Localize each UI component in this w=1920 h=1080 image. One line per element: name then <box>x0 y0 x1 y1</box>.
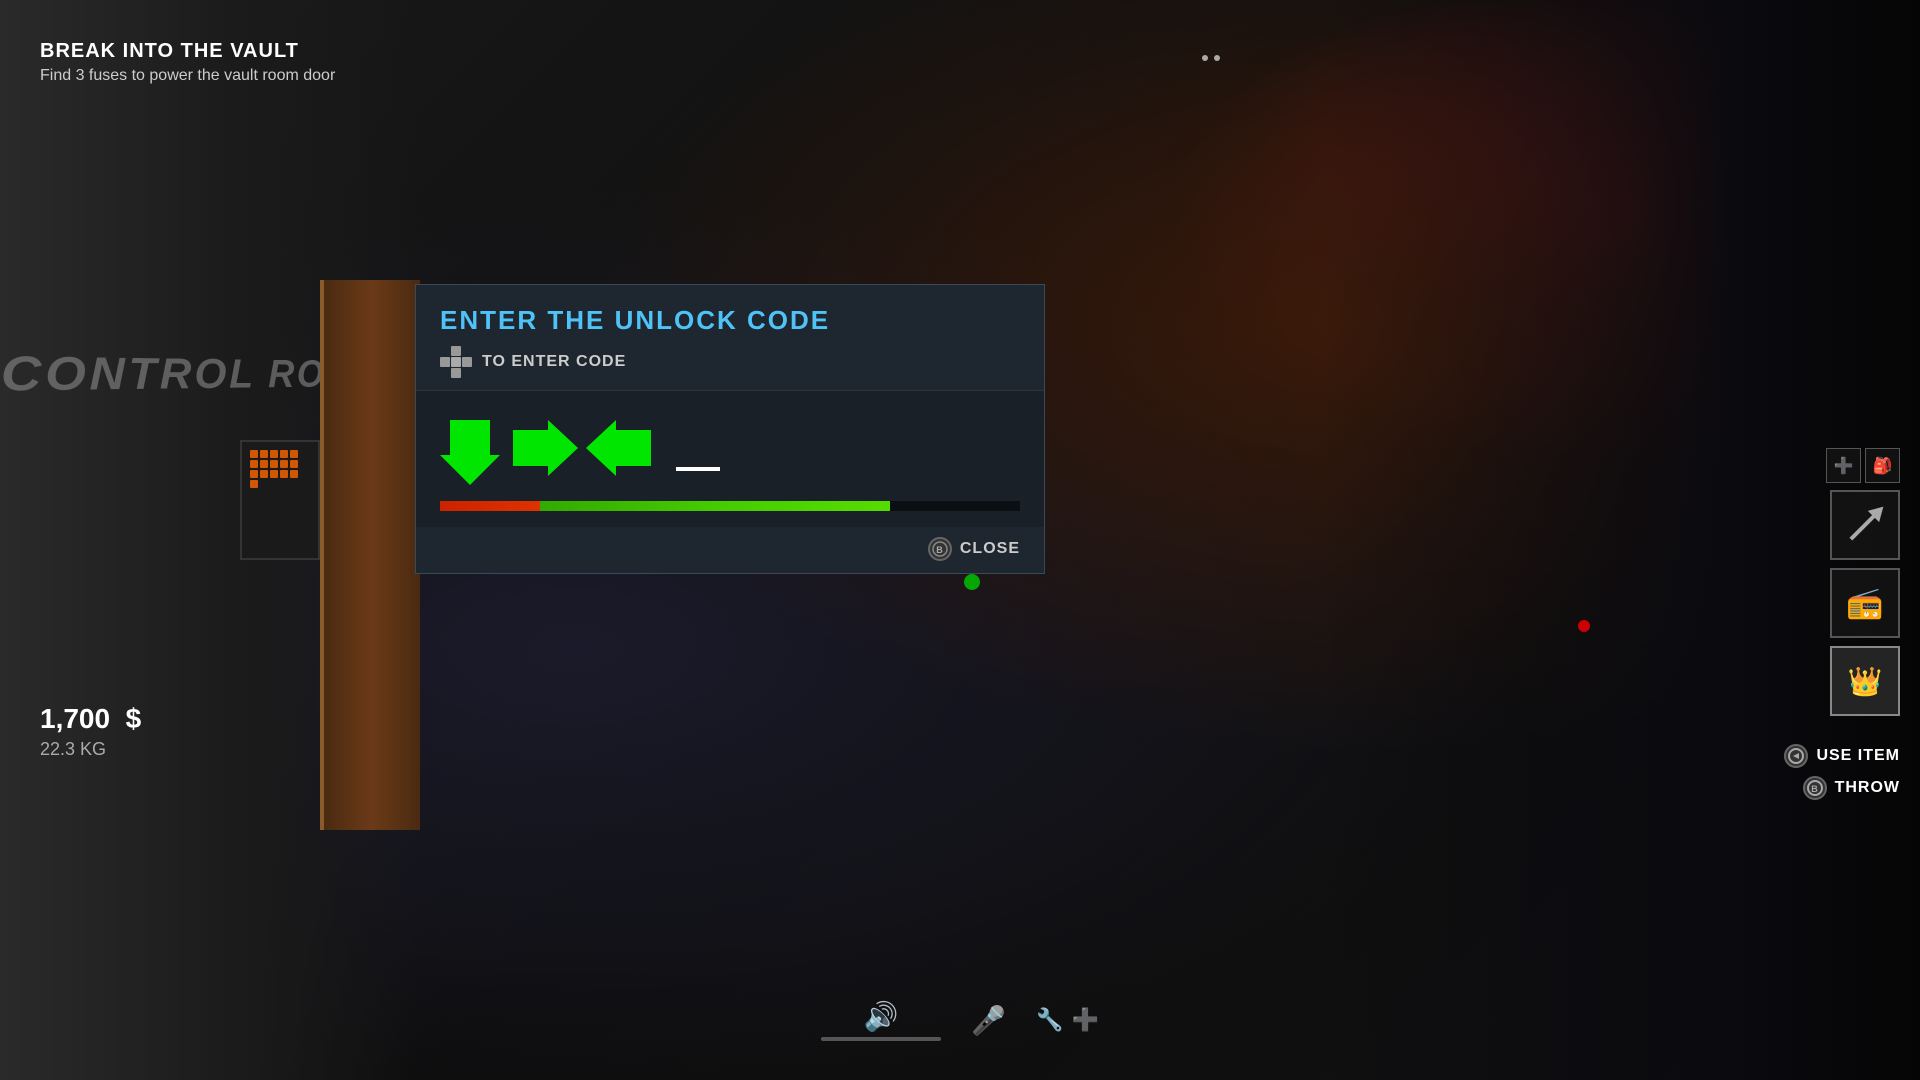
panel-light <box>250 470 258 478</box>
item-slot-knife <box>1830 490 1900 560</box>
svg-text:B: B <box>936 545 944 555</box>
close-button[interactable]: B CLOSE <box>928 537 1020 561</box>
panel-light <box>250 480 258 488</box>
progress-bar-green <box>540 501 890 511</box>
player-indicator <box>964 574 980 590</box>
progress-bar-red <box>440 501 540 511</box>
modal-instruction: TO ENTER CODE <box>440 346 1020 378</box>
action-labels: USE ITEM B THROW <box>1784 744 1900 800</box>
tool-icons: 🔧 ➕ <box>1036 1007 1099 1033</box>
progress-bar-container <box>440 501 1020 511</box>
panel-light <box>280 450 288 458</box>
item-slot-crown: 👑 <box>1830 646 1900 716</box>
indicator-dots <box>1202 55 1220 61</box>
panel-light <box>250 450 258 458</box>
panel-light <box>270 470 278 478</box>
item-slot-radio: 📻 <box>1830 568 1900 638</box>
svg-text:B: B <box>1811 784 1819 794</box>
knife-icon <box>1849 509 1880 540</box>
arrow-right-container <box>508 420 578 481</box>
objective-title: BREAK INTO THE VAULT <box>40 40 335 63</box>
modal-header: ENTER THE UNLOCK CODE TO ENTER CODE <box>416 285 1044 391</box>
panel-light <box>290 470 298 478</box>
hud-stats: 1,700 $ 22.3 KG <box>40 703 141 760</box>
crown-icon: 👑 <box>1848 665 1883 698</box>
currency-symbol: $ <box>126 703 142 734</box>
arrow-sequence <box>440 407 1020 493</box>
objective-description: Find 3 fuses to power the vault room doo… <box>40 67 335 85</box>
money-value: 1,700 <box>40 703 110 734</box>
panel-light <box>260 450 268 458</box>
panel-lights <box>242 442 318 496</box>
sound-bar <box>821 1037 941 1041</box>
medkit-icon: ➕ <box>1826 448 1861 483</box>
unlock-code-modal[interactable]: ENTER THE UNLOCK CODE TO ENTER CODE <box>415 284 1045 574</box>
modal-title: ENTER THE UNLOCK CODE <box>440 305 1020 336</box>
arrow-left-icon <box>586 420 656 476</box>
arrow-down-icon <box>440 415 500 485</box>
panel-light <box>260 470 268 478</box>
arrow-right-icon <box>508 420 578 476</box>
tool-wrench-icon: 🔧 <box>1036 1007 1063 1033</box>
panel-light <box>290 450 298 458</box>
instruction-text: TO ENTER CODE <box>482 353 626 371</box>
sound-control: 🔊 <box>821 1000 941 1041</box>
sound-icon: 🔊 <box>864 1000 899 1033</box>
use-item-label: USE ITEM <box>1816 747 1900 765</box>
use-item-action: USE ITEM <box>1784 744 1900 768</box>
arrow-left-container <box>586 420 656 481</box>
panel-light <box>290 460 298 468</box>
hud-money: 1,700 $ <box>40 703 141 735</box>
hud-weight: 22.3 KG <box>40 739 141 760</box>
control-room-label: CONTROL RO... <box>1 346 360 403</box>
red-dot-indicator <box>1578 620 1590 632</box>
panel-light <box>250 460 258 468</box>
item-bar: 📻 👑 <box>1830 490 1900 716</box>
control-panel <box>240 440 320 560</box>
modal-footer: B CLOSE <box>416 527 1044 573</box>
throw-label: THROW <box>1835 779 1900 797</box>
bag-icon: 🎒 <box>1865 448 1900 483</box>
microphone-icon: 🎤 <box>971 1004 1006 1037</box>
close-label: CLOSE <box>960 540 1020 558</box>
dot-2 <box>1214 55 1220 61</box>
door-frame <box>320 280 420 830</box>
objective-box: BREAK INTO THE VAULT Find 3 fuses to pow… <box>40 40 335 85</box>
top-right-item-icons: ➕ 🎒 <box>1826 448 1900 483</box>
dpad-icon <box>440 346 472 378</box>
code-cursor <box>676 467 720 471</box>
panel-light <box>270 450 278 458</box>
use-item-button-icon <box>1784 744 1808 768</box>
tool-medic-icon: ➕ <box>1071 1007 1098 1033</box>
panel-light <box>280 470 288 478</box>
throw-action: B THROW <box>1803 776 1900 800</box>
panel-light <box>280 460 288 468</box>
panel-light <box>260 460 268 468</box>
throw-button-icon: B <box>1803 776 1827 800</box>
radio-icon: 📻 <box>1846 586 1883 621</box>
bottom-hud: 🔊 🎤 🔧 ➕ <box>760 980 1160 1060</box>
arrow-down-container <box>440 415 500 485</box>
panel-light <box>270 460 278 468</box>
dot-1 <box>1202 55 1208 61</box>
close-button-icon: B <box>928 537 952 561</box>
modal-body <box>416 391 1044 527</box>
